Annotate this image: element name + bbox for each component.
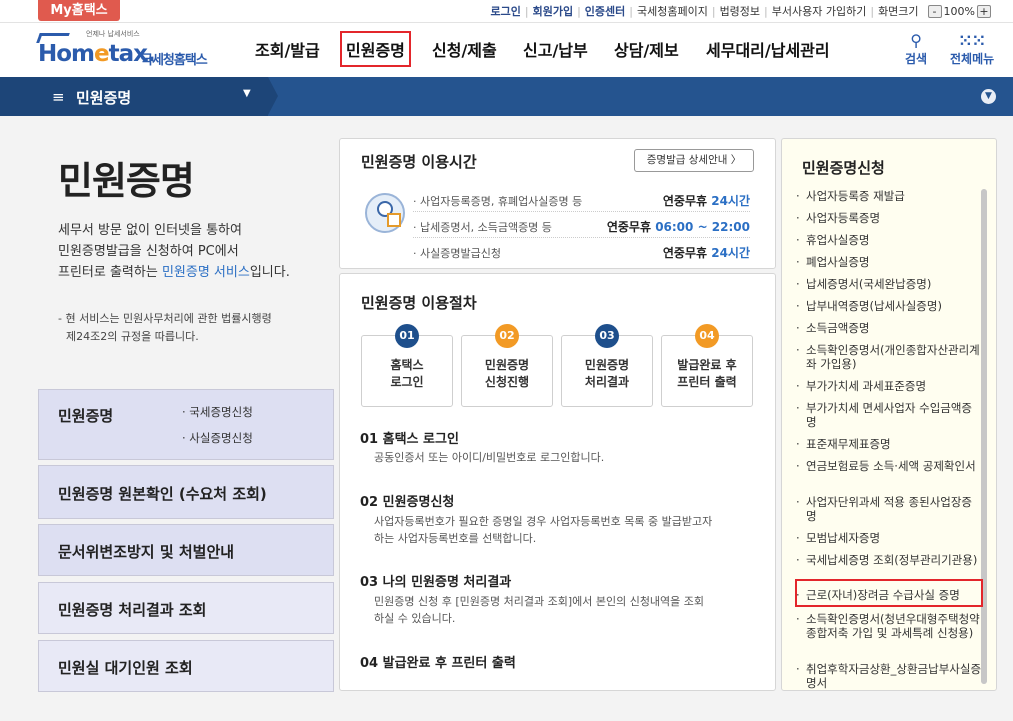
waiting-count-label: 민원실 대기인원 조회 bbox=[58, 657, 193, 678]
nts-homepage-link[interactable]: 국세청홈페이지 bbox=[637, 3, 708, 19]
detail-guide-button[interactable]: 증명발급 상세안내 〉 bbox=[634, 149, 754, 172]
step-number-badge: 03 bbox=[595, 324, 619, 348]
all-menu-button[interactable]: ⁙⁙ 전체메뉴 bbox=[950, 32, 994, 67]
list-item[interactable]: ·연금보험료등 소득·세액 공제확인서 bbox=[796, 459, 982, 473]
step-number-badge: 01 bbox=[395, 324, 419, 348]
hamburger-icon: ≡ bbox=[52, 88, 65, 106]
step-description: 민원증명 신청 후 [민원증명 처리결과 조회]에서 본인의 신청내역을 조회하… bbox=[374, 593, 704, 627]
main-header: 언제나 납세서비스 Hometax. 국세청홈택스 조회/발급 민원증명 신청/… bbox=[0, 22, 1013, 77]
top-utility-bar: My홈택스 로그인| 회원가입| 인증센터| 국세청홈페이지| 법령정보| 부서… bbox=[0, 0, 1013, 22]
list-item[interactable]: ·소득금액증명 bbox=[796, 321, 982, 335]
search-button[interactable]: ⚲ 검색 bbox=[905, 32, 927, 67]
step-description: 사업자등록번호가 필요한 증명일 경우 사업자등록번호 목록 중 발급받고자하는… bbox=[374, 513, 712, 547]
list-item[interactable]: ·부가가치세 과세표준증명 bbox=[796, 379, 982, 393]
hours-card: 민원증명 이용시간 증명발급 상세안내 〉 · 사업자등록증명, 휴폐업사실증명… bbox=[339, 138, 776, 269]
gnb-report-pay[interactable]: 신고/납부 bbox=[523, 37, 588, 61]
list-item[interactable]: ·납부내역증명(납세사실증명) bbox=[796, 299, 982, 313]
list-item[interactable]: ·폐업사실증명 bbox=[796, 255, 982, 269]
grid-menu-icon: ⁙⁙ bbox=[950, 32, 994, 50]
list-item[interactable]: ·사업자등록증 재발급 bbox=[796, 189, 982, 203]
list-item[interactable]: ·사업자단위과세 적용 종된사업장증명 bbox=[796, 495, 982, 523]
fact-cert-link[interactable]: · 사실증명신청 bbox=[182, 430, 253, 446]
signup-link[interactable]: 회원가입 bbox=[533, 3, 573, 19]
top-links: 로그인| 회원가입| 인증센터| 국세청홈페이지| 법령정보| 부서사용자 가입… bbox=[488, 3, 994, 19]
step-heading: 04 발급완료 후 프린터 출력 bbox=[360, 652, 516, 671]
login-link[interactable]: 로그인 bbox=[491, 3, 521, 19]
hours-title: 민원증명 이용시간 bbox=[361, 151, 477, 172]
process-result-label: 민원증명 처리결과 조회 bbox=[58, 599, 206, 620]
hours-row: · 사실증명발급신청 연중무휴 24시간 bbox=[413, 239, 750, 264]
step-heading: 03 나의 민원증명 처리결과 bbox=[360, 571, 511, 590]
waiting-count-box[interactable]: 민원실 대기인원 조회 bbox=[38, 640, 334, 692]
all-menu-label: 전체메뉴 bbox=[950, 52, 994, 66]
hours-row: · 납세증명서, 소득금액증명 등 연중무휴 06:00 ~ 22:00 bbox=[413, 213, 750, 238]
step-heading: 01 홈택스 로그인 bbox=[360, 428, 459, 447]
hometax-logo[interactable]: 언제나 납세서비스 Hometax. 국세청홈택스 bbox=[38, 29, 223, 73]
highlight-box bbox=[795, 579, 983, 607]
civil-cert-title[interactable]: 민원증명 bbox=[58, 405, 113, 426]
forgery-prevention-box[interactable]: 문서위변조방지 및 처벌안내 bbox=[38, 524, 334, 576]
dropdown-triangle-icon: ▼ bbox=[243, 88, 251, 99]
zoom-out-button[interactable]: - bbox=[928, 5, 942, 18]
civil-cert-box: 민원증명 · 국세증명신청 · 사실증명신청 bbox=[38, 389, 334, 460]
location-bar: ≡ 민원증명 ▼ ▼ bbox=[0, 77, 1013, 116]
list-item[interactable]: ·소득확인증명서(청년우대형주택청약종합저축 가입 및 과세특례 신청용) bbox=[796, 612, 982, 640]
logo-wordmark: Hometax. bbox=[38, 41, 155, 67]
original-check-label: 민원증명 원본확인 (수요처 조회) bbox=[58, 483, 267, 504]
list-item[interactable]: ·취업후학자금상환_상환금납부사실증명서 bbox=[796, 662, 982, 690]
step-number-badge: 04 bbox=[695, 324, 719, 348]
screen-size-label: 화면크기 bbox=[878, 3, 918, 19]
list-item[interactable]: ·납세증명서(국세완납증명) bbox=[796, 277, 982, 291]
panel-scrollbar[interactable] bbox=[981, 189, 987, 684]
list-item[interactable]: ·부가가치세 면세사업자 수입금액증명 bbox=[796, 401, 982, 429]
search-icon: ⚲ bbox=[905, 32, 927, 50]
logo-tagline: 언제나 납세서비스 bbox=[86, 29, 140, 39]
list-item[interactable]: ·모범납세자증명 bbox=[796, 531, 982, 545]
hours-row: · 사업자등록증명, 휴폐업사실증명 등 연중무휴 24시간 bbox=[413, 187, 750, 212]
location-dropdown[interactable]: ≡ 민원증명 ▼ bbox=[0, 77, 268, 116]
my-hometax-tab[interactable]: My홈택스 bbox=[38, 0, 120, 21]
law-info-link[interactable]: 법령정보 bbox=[720, 3, 760, 19]
zoom-value: 100% bbox=[944, 5, 975, 18]
step-number-badge: 02 bbox=[495, 324, 519, 348]
clock-calendar-icon bbox=[365, 193, 405, 233]
zoom-in-button[interactable]: + bbox=[977, 5, 991, 18]
search-label: 검색 bbox=[905, 52, 927, 66]
cert-center-link[interactable]: 인증센터 bbox=[585, 3, 625, 19]
zoom-control: - 100% + bbox=[926, 5, 993, 18]
chevron-down-icon[interactable]: ▼ bbox=[981, 89, 996, 104]
location-label: 민원증명 bbox=[76, 87, 131, 108]
gnb-tax-agent[interactable]: 세무대리/납세관리 bbox=[706, 37, 830, 61]
gnb-civil-certificate[interactable]: 민원증명 bbox=[340, 31, 411, 67]
step-heading: 02 민원증명신청 bbox=[360, 491, 454, 510]
gnb-apply-submit[interactable]: 신청/제출 bbox=[432, 37, 497, 61]
list-item[interactable]: ·소득확인증명서(개인종합자산관리계좌 가입용) bbox=[796, 343, 982, 371]
process-result-box[interactable]: 민원증명 처리결과 조회 bbox=[38, 582, 334, 634]
page-title: 민원증명 bbox=[58, 150, 194, 205]
list-item[interactable]: ·사업자등록증명 bbox=[796, 211, 982, 225]
list-item[interactable]: ·표준재무제표증명 bbox=[796, 437, 982, 451]
list-item[interactable]: ·휴업사실증명 bbox=[796, 233, 982, 247]
step-description: 공동인증서 또는 아이디/비밀번호로 로그인합니다. bbox=[374, 449, 604, 466]
national-tax-cert-link[interactable]: · 국세증명신청 bbox=[182, 404, 253, 420]
original-check-box[interactable]: 민원증명 원본확인 (수요처 조회) bbox=[38, 465, 334, 519]
scrollbar-thumb[interactable] bbox=[981, 189, 987, 684]
process-title: 민원증명 이용절차 bbox=[361, 292, 477, 313]
gnb-inquiry[interactable]: 조회/발급 bbox=[255, 37, 320, 61]
page-description: 세무서 방문 없이 인터넷을 통하여 민원증명발급을 신청하여 PC에서 프린터… bbox=[58, 220, 290, 283]
panel-title: 민원증명신청 bbox=[802, 157, 885, 178]
logo-nts-text: 국세청홈택스 bbox=[141, 49, 207, 68]
list-item[interactable]: ·국세납세증명 조회(정부관리기관용) bbox=[796, 553, 982, 567]
cert-application-panel: 민원증명신청 ·사업자등록증 재발급 ·사업자등록증명 ·휴업사실증명 ·폐업사… bbox=[781, 138, 997, 691]
nav-arrow-shape bbox=[268, 77, 278, 115]
dept-user-signup-link[interactable]: 부서사용자 가입하기 bbox=[772, 3, 867, 19]
forgery-prevention-label: 문서위변조방지 및 처벌안내 bbox=[58, 541, 234, 562]
legal-note: - 현 서비스는 민원사무처리에 관한 법률시행령 제24조2의 규정을 따릅니… bbox=[58, 310, 272, 346]
gnb-consult[interactable]: 상담/제보 bbox=[614, 37, 679, 61]
